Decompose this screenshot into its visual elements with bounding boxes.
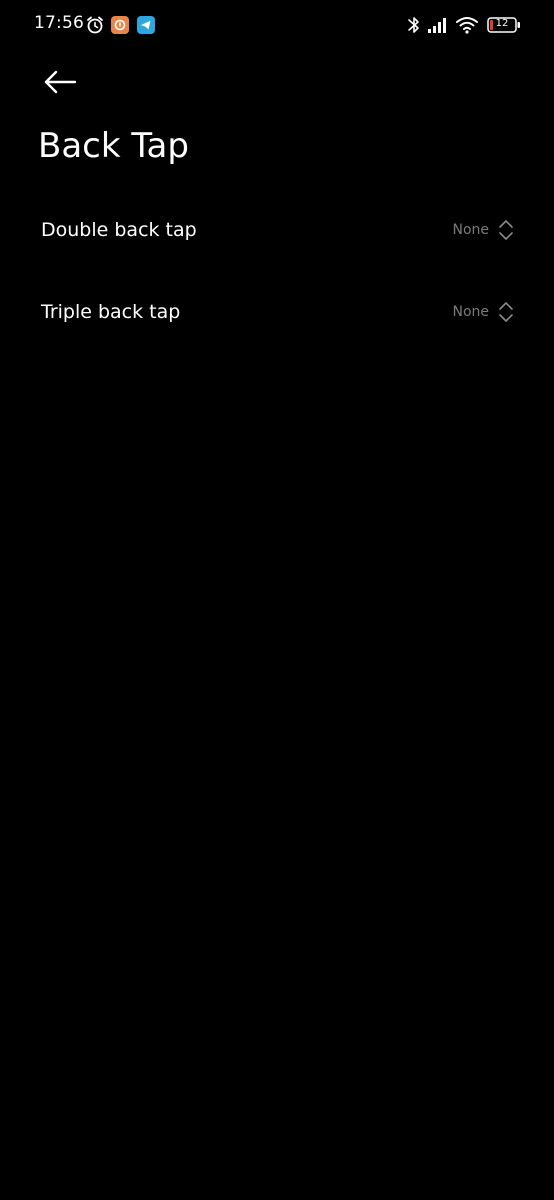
alarm-icon: [87, 16, 103, 34]
setting-value: None: [452, 222, 489, 238]
wifi-icon: [456, 17, 478, 34]
app-notification-icon: [111, 16, 129, 34]
bluetooth-icon: [408, 17, 419, 33]
setting-value: None: [452, 304, 489, 320]
telegram-icon: [137, 16, 155, 34]
chevron-up-down-icon: [499, 220, 513, 240]
status-time: 17:56: [34, 13, 84, 33]
status-bar: 17:56 12: [0, 0, 554, 52]
signal-icon: [428, 18, 446, 33]
setting-double-back-tap[interactable]: Double back tap None: [0, 194, 554, 266]
chevron-up-down-icon: [499, 302, 513, 322]
setting-label: Double back tap: [41, 219, 197, 241]
arrow-left-icon: [44, 70, 77, 94]
page-title: Back Tap: [38, 126, 189, 166]
back-button[interactable]: [38, 62, 82, 102]
setting-triple-back-tap[interactable]: Triple back tap None: [0, 276, 554, 348]
setting-label: Triple back tap: [41, 301, 181, 323]
battery-icon: 12: [487, 17, 521, 33]
battery-level-text: 12: [495, 18, 509, 29]
